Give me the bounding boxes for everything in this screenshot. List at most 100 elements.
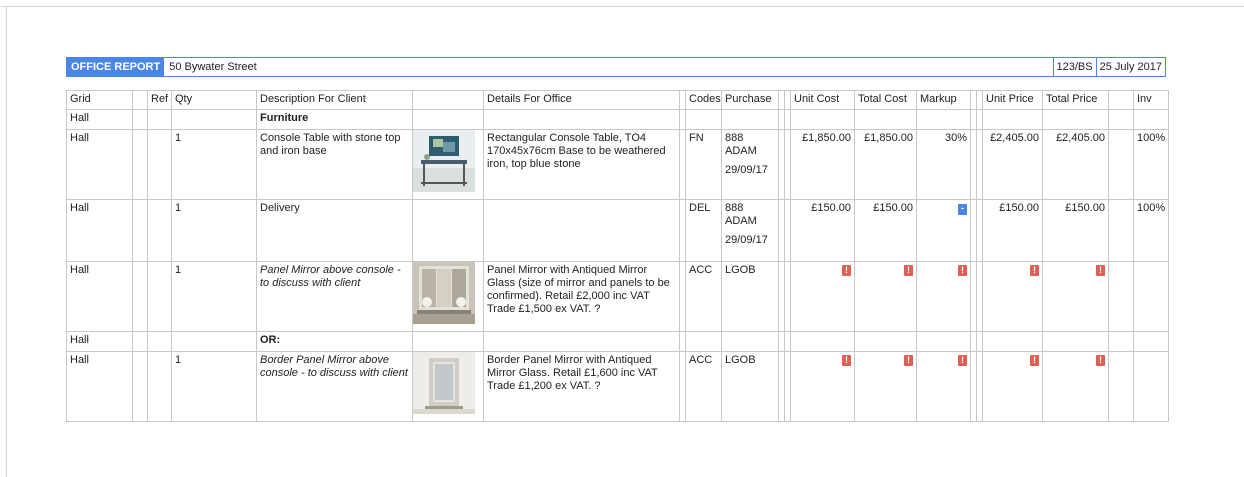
cell-details[interactable]: Rectangular Console Table, TO4 170x45x76… (483, 129, 680, 200)
cell-details[interactable]: Panel Mirror with Antiqued Mirror Glass … (483, 261, 680, 332)
report-table: Grid Ref Qty Description For Client Deta… (66, 90, 1169, 422)
col-total-cost: Total Cost (854, 90, 917, 110)
cell-codes[interactable]: FN (685, 129, 722, 200)
report-ref[interactable]: 123/BS (1052, 58, 1096, 76)
cell-unit-price[interactable]: £2,405.00 (982, 129, 1043, 200)
cell-unit-price[interactable]: ! (982, 351, 1043, 422)
cell-qty[interactable]: 1 (171, 199, 257, 262)
cell-unit-cost[interactable]: ! (790, 261, 855, 332)
cell-image[interactable] (412, 351, 484, 422)
cell-grid[interactable]: Hall (66, 351, 133, 422)
cell-grid[interactable]: Hall (66, 331, 133, 352)
warning-icon[interactable]: ! (1030, 265, 1039, 276)
report-date[interactable]: 25 July 2017 (1095, 58, 1165, 76)
cell-grid[interactable]: Hall (66, 199, 133, 262)
col-grid: Grid (66, 90, 133, 110)
col-ref: Ref (147, 90, 172, 110)
col-purchase: Purchase (721, 90, 779, 110)
cell-markup[interactable]: ! (916, 351, 971, 422)
col-blank-b (1108, 90, 1134, 110)
cell-inv[interactable]: 100% (1133, 129, 1169, 200)
cell-description[interactable]: Panel Mirror above console - to discuss … (256, 261, 413, 332)
cell-description[interactable]: Delivery (256, 199, 413, 262)
col-unit-price: Unit Price (982, 90, 1043, 110)
purchase-order: 888 ADAM (725, 202, 757, 227)
cell-purchase[interactable]: 888 ADAM 29/09/17 (721, 199, 779, 262)
cell-inv[interactable]: 100% (1133, 199, 1169, 262)
table-row[interactable]: Hall 1 Delivery DEL 888 ADAM 29/09/17 £1… (66, 199, 1169, 262)
col-codes: Codes (685, 90, 722, 110)
table-row[interactable]: Hall 1 Panel Mirror above console - to d… (66, 261, 1169, 332)
cell-qty[interactable]: 1 (171, 261, 257, 332)
cell-grid[interactable]: Hall (66, 129, 133, 200)
console-table-photo (413, 130, 475, 192)
cell-total-price[interactable]: £150.00 (1042, 199, 1109, 262)
col-details: Details For Office (483, 90, 680, 110)
cell-image[interactable] (412, 261, 484, 332)
cell-total-cost[interactable]: £1,850.00 (854, 129, 917, 200)
cell-details[interactable]: Border Panel Mirror with Antiqued Mirror… (483, 351, 680, 422)
warning-icon[interactable]: ! (958, 265, 967, 276)
cell-unit-price[interactable]: ! (982, 261, 1043, 332)
warning-icon[interactable]: ! (842, 355, 851, 366)
cell-total-price[interactable]: £2,405.00 (1042, 129, 1109, 200)
purchase-order: 888 ADAM (725, 132, 757, 157)
col-description: Description For Client (256, 90, 413, 110)
warning-icon[interactable]: ! (904, 265, 913, 276)
cell-purchase[interactable]: LGOB (721, 351, 779, 422)
cell-description[interactable]: Console Table with stone top and iron ba… (256, 129, 413, 200)
purchase-date: 29/09/17 (725, 164, 768, 176)
cell-markup[interactable]: ! (916, 261, 971, 332)
cell-unit-cost[interactable]: £1,850.00 (790, 129, 855, 200)
page-frame-top (0, 6, 1244, 7)
cell-purchase[interactable]: LGOB (721, 261, 779, 332)
cell-total-cost[interactable]: ! (854, 351, 917, 422)
warning-icon[interactable]: ! (904, 355, 913, 366)
section-heading[interactable]: Furniture (256, 109, 413, 130)
cell-description[interactable]: Border Panel Mirror above console - to d… (256, 351, 413, 422)
cell-codes[interactable]: DEL (685, 199, 722, 262)
report-header: OFFICE REPORT 50 Bywater Street 123/BS 2… (66, 57, 1166, 77)
col-inv: Inv (1133, 90, 1169, 110)
border-mirror-photo (413, 352, 475, 414)
table-header-row: Grid Ref Qty Description For Client Deta… (66, 90, 1169, 110)
panel-mirror-photo (413, 262, 475, 324)
cell-qty[interactable]: 1 (171, 129, 257, 200)
cell-markup[interactable]: 30% (916, 129, 971, 200)
cell-grid[interactable]: Hall (66, 109, 133, 130)
blank-markup-icon[interactable]: - (958, 204, 967, 215)
table-row[interactable]: Hall OR: (66, 331, 1169, 352)
cell-markup[interactable]: - (916, 199, 971, 262)
cell-total-price[interactable]: ! (1042, 351, 1109, 422)
cell-qty[interactable]: 1 (171, 351, 257, 422)
cell-unit-cost[interactable]: ! (790, 351, 855, 422)
cell-image[interactable] (412, 129, 484, 200)
warning-icon[interactable]: ! (842, 265, 851, 276)
cell-unit-cost[interactable]: £150.00 (790, 199, 855, 262)
cell-grid[interactable]: Hall (66, 261, 133, 332)
cell-codes[interactable]: ACC (685, 261, 722, 332)
warning-icon[interactable]: ! (1096, 265, 1105, 276)
table-row[interactable]: Hall 1 Console Table with stone top and … (66, 129, 1169, 200)
warning-icon[interactable]: ! (1030, 355, 1039, 366)
table-row[interactable]: Hall 1 Border Panel Mirror above console… (66, 351, 1169, 422)
report-badge: OFFICE REPORT (67, 58, 165, 76)
cell-codes[interactable]: ACC (685, 351, 722, 422)
cell-total-price[interactable]: ! (1042, 261, 1109, 332)
cell-inv[interactable] (1133, 351, 1169, 422)
cell-total-cost[interactable]: ! (854, 261, 917, 332)
warning-icon[interactable]: ! (1096, 355, 1105, 366)
cell-purchase[interactable]: 888 ADAM 29/09/17 (721, 129, 779, 200)
cell-inv[interactable] (1133, 261, 1169, 332)
col-blank-a (132, 90, 148, 110)
table-row[interactable]: Hall Furniture (66, 109, 1169, 130)
report-address[interactable]: 50 Bywater Street (164, 58, 1052, 76)
purchase-date: 29/09/17 (725, 234, 768, 246)
cell-unit-price[interactable]: £150.00 (982, 199, 1043, 262)
section-heading[interactable]: OR: (256, 331, 413, 352)
cell-details[interactable] (483, 199, 680, 262)
col-image (412, 90, 484, 110)
warning-icon[interactable]: ! (958, 355, 967, 366)
cell-total-cost[interactable]: £150.00 (854, 199, 917, 262)
col-unit-cost: Unit Cost (790, 90, 855, 110)
